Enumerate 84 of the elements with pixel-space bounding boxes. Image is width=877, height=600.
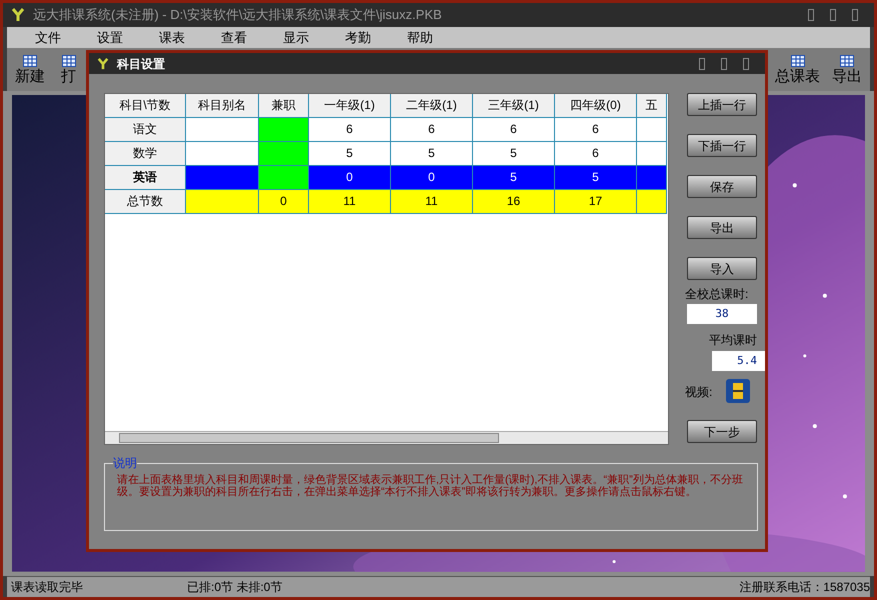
toolbar-button[interactable]: 新建 (15, 66, 45, 87)
grid-icon (790, 54, 804, 67)
table-cell[interactable] (186, 142, 259, 166)
table-cell[interactable] (637, 166, 667, 190)
status-text: 课表读取完毕 (10, 578, 84, 596)
action-button[interactable]: 导出 (687, 216, 757, 239)
toolbar-button[interactable]: 导出 (832, 66, 862, 87)
total-field[interactable]: 38 (687, 304, 757, 324)
minimize-button[interactable] (808, 9, 814, 22)
table-cell[interactable]: 6 (309, 118, 391, 142)
note-title: 说明 (113, 455, 137, 471)
column-header[interactable]: 兼职 (259, 94, 309, 118)
menu-item[interactable]: 课表 (159, 28, 185, 48)
table-cell[interactable] (186, 166, 259, 190)
table-cell[interactable]: 5 (473, 142, 555, 166)
next-button[interactable]: 下一步 (687, 420, 757, 443)
part-time-cell[interactable] (259, 118, 309, 142)
table-cell[interactable]: 0 (259, 190, 309, 214)
column-header[interactable]: 科目别名 (186, 94, 259, 118)
menu-item[interactable]: 设置 (97, 28, 123, 48)
column-header[interactable]: 四年级(0) (555, 94, 637, 118)
column-header[interactable]: 科目\节数 (105, 94, 186, 118)
table-cell[interactable]: 17 (555, 190, 637, 214)
row-header[interactable]: 总节数 (105, 190, 186, 214)
film-icon[interactable] (726, 379, 750, 403)
toolbar-button[interactable]: 总课表 (775, 66, 820, 87)
table-cell[interactable]: 11 (309, 190, 391, 214)
window-title: 远大排课系统(未注册) - D:\安装软件\远大排课系统\课表文件\jisuxz.PKB (33, 6, 442, 24)
table-cell[interactable]: 6 (555, 142, 637, 166)
table-cell[interactable] (186, 118, 259, 142)
note-text: 请在上面表格里填入科目和周课时量，绿色背景区域表示兼职工作,只计入工作量(课时),不排入课表。“兼职”列为总体兼职，不分班级。要设置为兼职的科目所在行右击，在弹出菜单选择“本行不排入课表”即将该行转为兼职。更多操作请点击鼠标右键。 (117, 474, 744, 498)
table-cell[interactable]: 0 (391, 166, 473, 190)
minimize-button[interactable] (699, 58, 705, 70)
column-header[interactable]: 二年级(1) (391, 94, 473, 118)
table-cell[interactable]: 5 (391, 142, 473, 166)
action-button[interactable]: 下插一行 (687, 134, 757, 157)
action-button[interactable]: 导入 (687, 257, 757, 280)
table-cell[interactable]: 11 (391, 190, 473, 214)
column-header[interactable]: 五 (637, 94, 667, 118)
table-cell[interactable]: 6 (555, 118, 637, 142)
table-cell[interactable] (637, 142, 667, 166)
total-label: 全校总课时: (685, 286, 748, 303)
table-cell[interactable]: 5 (473, 166, 555, 190)
action-button[interactable]: 上插一行 (687, 93, 757, 116)
horizontal-scrollbar[interactable] (105, 431, 668, 444)
table-cell[interactable]: 5 (555, 166, 637, 190)
average-field[interactable]: 5.4 (712, 351, 765, 371)
part-time-cell[interactable] (259, 142, 309, 166)
table-cell[interactable]: 0 (309, 166, 391, 190)
column-header[interactable]: 一年级(1) (309, 94, 391, 118)
grid-icon (840, 54, 854, 67)
scroll-thumb[interactable] (119, 433, 499, 443)
action-button[interactable]: 保存 (687, 175, 757, 198)
toolbar-button[interactable]: 打 (61, 66, 76, 87)
average-label: 平均课时 (709, 332, 757, 349)
maximize-button[interactable] (830, 9, 836, 22)
grid-icon (62, 54, 76, 67)
maximize-button[interactable] (721, 58, 727, 70)
close-button[interactable] (743, 58, 749, 70)
app-icon (97, 58, 109, 70)
close-button[interactable] (852, 9, 858, 22)
menu-item[interactable]: 帮助 (407, 28, 433, 48)
grid-icon (23, 54, 37, 67)
table-cell[interactable]: 5 (309, 142, 391, 166)
menu-item[interactable]: 文件 (35, 28, 61, 48)
row-header[interactable]: 数学 (105, 142, 186, 166)
table-cell[interactable] (637, 118, 667, 142)
row-header[interactable]: 语文 (105, 118, 186, 142)
video-label: 视频: (685, 384, 712, 401)
table-cell[interactable] (186, 190, 259, 214)
menu-item[interactable]: 显示 (283, 28, 309, 48)
dialog-title: 科目设置 (117, 56, 165, 72)
part-time-cell[interactable] (259, 166, 309, 190)
app-icon (11, 8, 25, 22)
table-cell[interactable]: 6 (473, 118, 555, 142)
status-text: 已排:0节 未排:0节 (187, 578, 282, 596)
menu-item[interactable]: 考勤 (345, 28, 371, 48)
table-cell[interactable]: 16 (473, 190, 555, 214)
table-cell[interactable] (637, 190, 667, 214)
row-header[interactable]: 英语 (105, 166, 186, 190)
table-cell[interactable]: 6 (391, 118, 473, 142)
menu-item[interactable]: 查看 (221, 28, 247, 48)
column-header[interactable]: 三年级(1) (473, 94, 555, 118)
status-text: 注册联系电话：1587035 (739, 578, 870, 596)
